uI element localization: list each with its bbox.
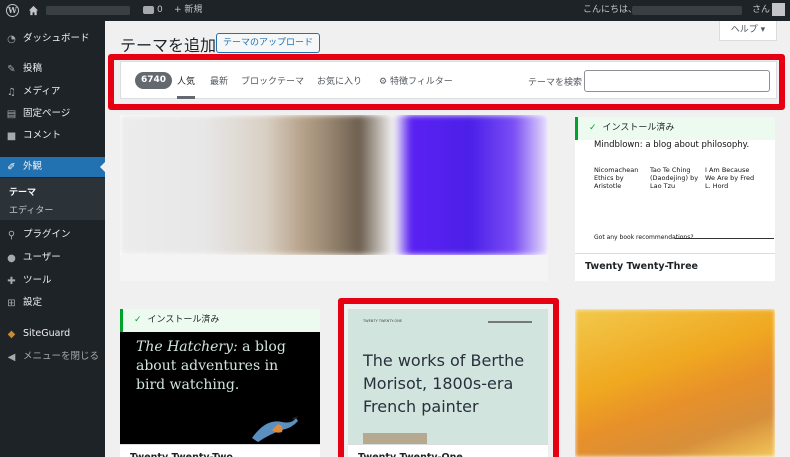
- collapse-icon: ◀: [7, 352, 16, 363]
- appearance-submenu: テーマ エディター: [0, 178, 105, 220]
- preview-book: Nicomachean Ethics by Aristotle: [594, 166, 639, 190]
- wrench-icon: ✚: [7, 276, 16, 287]
- user-icon: ●: [7, 253, 16, 264]
- siteguard-icon: ◆: [7, 329, 16, 340]
- sidebar-item-label: ダッシュボード: [23, 33, 90, 44]
- theme-name[interactable]: Twenty Twenty-Two: [120, 444, 320, 457]
- sidebar-item-label: 投稿: [23, 63, 43, 74]
- page-icon: ▤: [6, 109, 17, 120]
- theme-name[interactable]: Twenty Twenty-Three: [575, 253, 775, 279]
- active-indicator: [100, 162, 105, 172]
- bird-illustration-icon: [252, 416, 299, 442]
- greeting: こんにちは、: [583, 5, 638, 15]
- new-content-link[interactable]: + 新規: [174, 0, 202, 21]
- sidebar-item-label: メディア: [23, 86, 61, 97]
- preview-nav: [488, 321, 532, 323]
- greeting-honorific: さん: [752, 5, 771, 15]
- submenu-item-themes[interactable]: テーマ: [9, 185, 36, 198]
- sidebar-item-label: 固定ページ: [23, 108, 71, 119]
- site-name-redacted[interactable]: [46, 6, 130, 15]
- preview-headline: Mindblown: a blog about philosophy.: [594, 140, 750, 150]
- dashboard-icon: ◔: [7, 34, 16, 45]
- check-icon: ✓: [134, 315, 142, 325]
- theme-screenshot: The Hatchery: a blog about adventures in…: [120, 332, 320, 444]
- wordpress-logo-icon[interactable]: W: [6, 4, 19, 17]
- sidebar-item-label: コメント: [23, 130, 62, 141]
- sidebar-item-appearance[interactable]: ✐ 外観: [0, 157, 105, 177]
- sidebar-item-label: メニューを閉じる: [23, 351, 100, 362]
- sidebar-item-posts[interactable]: ✎ 投稿: [0, 59, 105, 79]
- active-tab-indicator: [177, 96, 195, 99]
- submenu-item-editor[interactable]: エディター: [9, 203, 53, 216]
- theme-name-redacted: [120, 255, 548, 281]
- comment-count[interactable]: 0: [157, 0, 163, 21]
- page-title: テーマを追加: [120, 36, 217, 55]
- settings-icon: ⊞: [7, 298, 16, 309]
- theme-screenshot: TWENTY TWENTY-ONE The works of Berthe Mo…: [348, 309, 548, 444]
- preview-site-title: TWENTY TWENTY-ONE: [363, 319, 403, 323]
- sidebar-item-label: SiteGuard: [23, 328, 71, 339]
- preview-text-italic: The Hatchery:: [136, 339, 238, 355]
- theme-card-twenty-twenty-one[interactable]: TWENTY TWENTY-ONE The works of Berthe Mo…: [348, 309, 548, 457]
- theme-filter-bar: 6740 人気 最新 ブロックテーマ お気に入り ⚙ 特徴フィルター テーマを検…: [120, 61, 777, 99]
- preview-image: [363, 433, 427, 444]
- theme-card-blurred[interactable]: [575, 309, 775, 457]
- theme-screenshot: [575, 309, 775, 457]
- preview-divider: [675, 238, 774, 239]
- check-icon: ✓: [589, 123, 597, 133]
- admin-bar: W 0 + 新規 こんにちは、 さん: [0, 0, 790, 21]
- theme-card-blurred[interactable]: [120, 115, 548, 281]
- search-label: テーマを検索: [528, 78, 583, 88]
- brush-icon: ✐: [7, 162, 16, 173]
- tab-latest[interactable]: 最新: [210, 74, 228, 87]
- help-tab[interactable]: ヘルプ ▾: [719, 21, 777, 41]
- preview-text: The works of Berthe Morisot, 1800s-era F…: [363, 351, 525, 416]
- sidebar-item-label: 設定: [23, 297, 43, 308]
- tab-favorites[interactable]: お気に入り: [317, 74, 362, 87]
- installed-banner: ✓ インストール済み: [120, 309, 320, 332]
- sidebar-item-label: ツール: [23, 275, 52, 286]
- sidebar-item-plugins[interactable]: ⚲ プラグイン: [0, 225, 105, 245]
- admin-sidebar: ◔ ダッシュボード ✎ 投稿 ♫ メディア ▤ 固定ページ ■ コメント ✐ 外…: [0, 21, 105, 457]
- feature-filter-label: 特徴フィルター: [389, 77, 453, 87]
- sidebar-item-media[interactable]: ♫ メディア: [0, 82, 105, 102]
- theme-name[interactable]: Twenty Twenty-One: [348, 444, 548, 457]
- installed-banner: ✓ インストール済み: [575, 117, 775, 140]
- home-icon[interactable]: [28, 5, 39, 16]
- sidebar-item-pages[interactable]: ▤ 固定ページ: [0, 104, 105, 124]
- theme-screenshot: Mindblown: a blog about philosophy. Nico…: [575, 140, 775, 247]
- pin-icon: ✎: [7, 64, 16, 75]
- tab-block-themes[interactable]: ブロックテーマ: [241, 74, 304, 87]
- plugin-icon: ⚲: [7, 230, 16, 241]
- upload-theme-button[interactable]: テーマのアップロード: [216, 33, 321, 53]
- theme-search-input[interactable]: [584, 70, 770, 92]
- installed-label: インストール済み: [602, 123, 675, 133]
- gear-icon: ⚙: [379, 77, 388, 87]
- tab-feature-filter[interactable]: ⚙ 特徴フィルター: [379, 74, 453, 87]
- sidebar-collapse-menu[interactable]: ◀ メニューを閉じる: [0, 347, 105, 367]
- comment-icon[interactable]: [143, 6, 154, 14]
- username-redacted[interactable]: [632, 6, 742, 15]
- sidebar-item-label: プラグイン: [23, 229, 71, 240]
- theme-card-twenty-twenty-three[interactable]: ✓ インストール済み Mindblown: a blog about philos…: [575, 117, 775, 281]
- theme-card-twenty-twenty-two[interactable]: ✓ インストール済み The Hatchery: a blog about adv…: [120, 309, 320, 457]
- theme-screenshot: [120, 115, 548, 255]
- sidebar-item-label: 外観: [23, 161, 43, 172]
- sidebar-item-dashboard[interactable]: ◔ ダッシュボード: [0, 29, 105, 49]
- installed-label: インストール済み: [147, 315, 220, 325]
- preview-book: Tao Te Ching (Daodejing) by Lao Tzu: [650, 166, 699, 190]
- preview-book: I Am Because We Are by Fred L. Hord: [705, 166, 755, 190]
- sidebar-item-label: ユーザー: [23, 252, 61, 263]
- sidebar-item-comments[interactable]: ■ コメント: [0, 126, 105, 146]
- sidebar-item-users[interactable]: ● ユーザー: [0, 248, 105, 268]
- tab-popular[interactable]: 人気: [177, 74, 195, 87]
- preview-text: The Hatchery: a blog about adventures in…: [136, 338, 306, 395]
- theme-count-badge: 6740: [135, 72, 173, 89]
- sidebar-item-tools[interactable]: ✚ ツール: [0, 271, 105, 291]
- sidebar-item-settings[interactable]: ⊞ 設定: [0, 293, 105, 313]
- sidebar-item-siteguard[interactable]: ◆ SiteGuard: [0, 324, 105, 344]
- avatar[interactable]: [772, 3, 785, 16]
- comment-icon: ■: [6, 131, 17, 142]
- media-icon: ♫: [7, 87, 16, 98]
